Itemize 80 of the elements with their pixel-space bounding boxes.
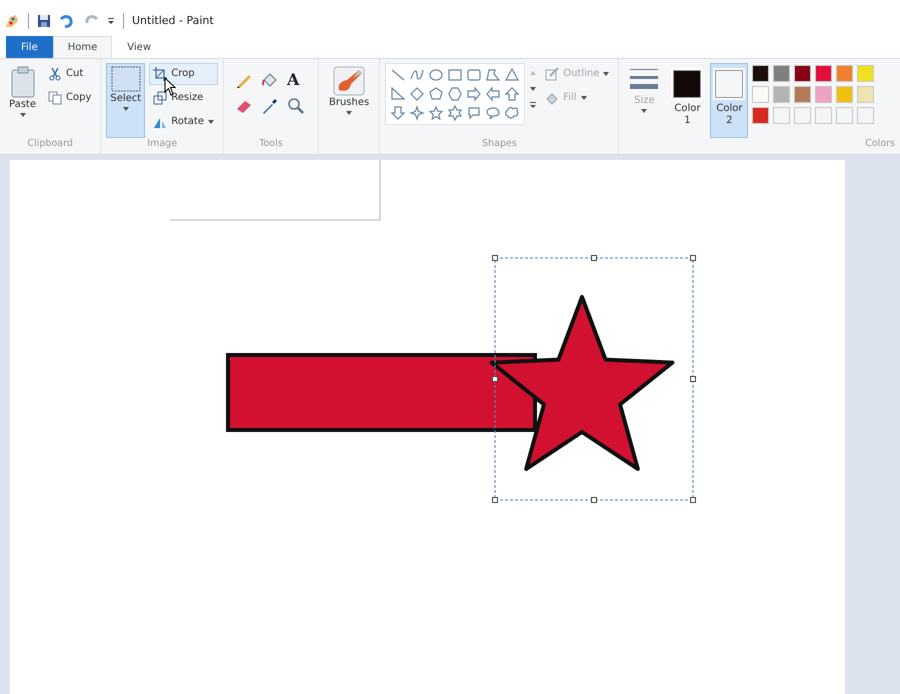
rotate-button[interactable]: Rotate: [149, 110, 218, 133]
palette-swatch[interactable]: [773, 64, 790, 82]
polygon-shape-icon[interactable]: [485, 66, 502, 83]
four-point-star-shape-icon[interactable]: [409, 104, 426, 121]
fill-bucket-icon[interactable]: [260, 70, 279, 89]
file-menu-button[interactable]: File: [6, 36, 53, 58]
scissors-icon: [48, 66, 62, 81]
caret-icon: [346, 110, 352, 115]
magnifier-icon[interactable]: [286, 96, 305, 115]
group-label: Shapes: [480, 138, 518, 151]
palette-swatch[interactable]: [857, 64, 874, 82]
palette-swatch[interactable]: [836, 86, 854, 103]
caret-icon: [20, 112, 26, 117]
resize-icon: [153, 90, 168, 105]
oval-callout-shape-icon[interactable]: [485, 104, 502, 121]
save-icon[interactable]: [37, 14, 51, 28]
right-triangle-shape-icon[interactable]: [390, 86, 406, 102]
group-label: Tools: [258, 138, 284, 151]
palette-swatch[interactable]: [773, 86, 790, 103]
group-label: Image: [146, 138, 178, 151]
ribbon-tab[interactable]: View: [112, 36, 166, 58]
brushes-button[interactable]: Brushes: [324, 62, 374, 138]
clipboard-icon: [10, 66, 36, 98]
outline-icon: [545, 66, 560, 81]
caret-icon: [580, 96, 587, 100]
palette-swatch[interactable]: [752, 106, 770, 124]
rectangle-shape-icon[interactable]: [447, 66, 464, 83]
cut-button[interactable]: Cut: [44, 62, 96, 85]
text-tool-button[interactable]: A: [286, 70, 307, 93]
diamond-shape-icon[interactable]: [409, 86, 426, 102]
selection-box[interactable]: [492, 254, 696, 503]
right-arrow-shape-icon[interactable]: [466, 86, 482, 102]
rounded-rectangle-shape-icon[interactable]: [466, 66, 482, 83]
group-label: Colors: [864, 138, 895, 151]
palette-swatch[interactable]: [857, 86, 874, 103]
cloud-shape-icon[interactable]: [504, 104, 520, 121]
pentagon-shape-icon[interactable]: [428, 86, 444, 102]
six-point-star-shape-icon[interactable]: [447, 104, 464, 121]
ribbon-tab[interactable]: Home: [52, 36, 112, 59]
paste-button[interactable]: Paste: [5, 62, 40, 138]
fill-icon: [545, 90, 560, 105]
caret-icon: [122, 106, 129, 111]
triangle-shape-icon[interactable]: [504, 66, 520, 83]
customize-dropdown-icon[interactable]: [107, 16, 115, 25]
color-picker-icon[interactable]: [260, 96, 279, 115]
five-point-star-shape-icon[interactable]: [428, 104, 444, 121]
color-slot-button[interactable]: Color 2: [710, 62, 748, 138]
oval-shape-icon[interactable]: [428, 66, 444, 83]
color-slot-button[interactable]: Color 1: [668, 62, 706, 138]
crop-icon: [153, 66, 168, 81]
crop-button[interactable]: Crop: [149, 62, 218, 85]
gallery-more-icon[interactable]: [529, 100, 538, 109]
up-arrow-shape-icon[interactable]: [504, 86, 520, 102]
caret-icon: [603, 72, 610, 76]
gallery-down-icon[interactable]: [529, 84, 538, 93]
group-label: Clipboard: [26, 138, 74, 151]
palette-swatch[interactable]: [815, 86, 832, 103]
palette-swatch[interactable]: [794, 86, 812, 103]
copy-icon: [48, 90, 62, 105]
palette-swatch[interactable]: [752, 64, 770, 82]
brush-icon: [333, 66, 366, 96]
paint-app-icon: [4, 12, 20, 29]
selection-rectangle-icon: [110, 66, 141, 92]
palette-swatch[interactable]: [794, 64, 812, 82]
drawing-canvas[interactable]: [10, 160, 845, 694]
palette-swatch[interactable]: [815, 64, 832, 82]
caret-icon: [641, 108, 648, 113]
line-shape-icon[interactable]: [390, 66, 406, 83]
down-arrow-shape-icon[interactable]: [390, 104, 406, 121]
window-title: Untitled - Paint: [132, 14, 214, 28]
callout-shape-icon[interactable]: [466, 104, 482, 121]
palette-swatch[interactable]: [752, 86, 770, 103]
hexagon-shape-icon[interactable]: [447, 86, 464, 102]
resize-button[interactable]: Resize: [149, 86, 218, 109]
select-button[interactable]: Select: [106, 62, 146, 138]
caret-icon: [208, 120, 214, 124]
palette-swatch[interactable]: [836, 64, 854, 82]
left-arrow-shape-icon[interactable]: [485, 86, 502, 102]
undo-icon[interactable]: [59, 14, 75, 28]
copy-button[interactable]: Copy: [44, 86, 96, 109]
